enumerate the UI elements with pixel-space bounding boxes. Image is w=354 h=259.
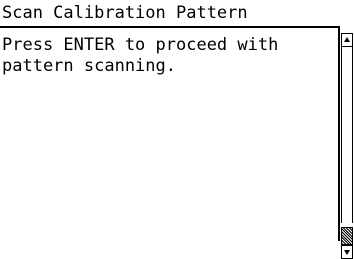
scroll-track[interactable] [341,47,353,223]
screen: Scan Calibration Pattern Press ENTER to … [0,0,354,259]
arrow-down-icon[interactable] [341,245,353,259]
vertical-scrollbar[interactable] [340,30,354,259]
message-panel: Press ENTER to proceed with pattern scan… [0,28,340,241]
page-title: Scan Calibration Pattern [2,3,248,23]
title-bar: Scan Calibration Pattern [0,0,340,28]
instruction-message: Press ENTER to proceed with pattern scan… [2,35,279,76]
scroll-thumb[interactable] [341,227,353,245]
arrow-up-icon[interactable] [341,33,353,47]
